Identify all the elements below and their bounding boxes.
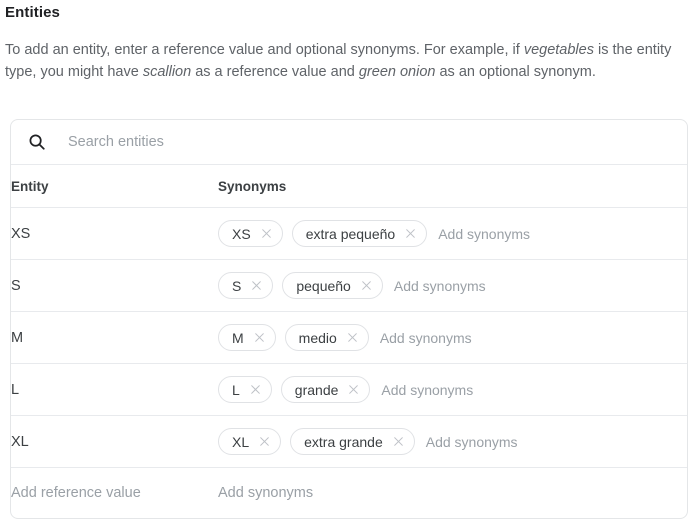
synonym-chip[interactable]: M: [218, 324, 276, 351]
synonym-chip-label: extra grande: [304, 433, 383, 450]
entities-page: Entities To add an entity, enter a refer…: [0, 0, 696, 521]
search-icon: [29, 134, 45, 150]
column-header-synonyms: Synonyms: [218, 165, 687, 208]
add-synonyms-placeholder[interactable]: Add synonyms: [394, 278, 486, 294]
synonym-chip[interactable]: S: [218, 272, 274, 299]
entity-name-cell[interactable]: M: [11, 311, 218, 364]
synonym-chip-label: L: [232, 381, 240, 398]
synonym-chip-label: M: [232, 329, 244, 346]
synonym-chip-label: XL: [232, 433, 250, 450]
column-header-entity: Entity: [11, 165, 218, 208]
add-synonyms-placeholder[interactable]: Add synonyms: [380, 330, 472, 346]
synonym-chip-label: S: [232, 277, 242, 294]
synonym-chip-label: pequeño: [296, 277, 351, 294]
synonym-chip-label: medio: [298, 329, 337, 346]
close-icon[interactable]: [253, 331, 266, 344]
synonyms-cell[interactable]: XL extra grande Add synonyms: [218, 415, 687, 468]
synonym-chip-label: extra pequeño: [305, 225, 396, 242]
add-synonyms-placeholder[interactable]: Add synonyms: [426, 434, 518, 450]
synonym-chip-list: L grande Add synonyms: [218, 376, 687, 403]
table-row[interactable]: M M medio Add synonyms: [11, 311, 687, 364]
add-synonyms-placeholder[interactable]: Add synonyms: [381, 382, 473, 398]
table-body: XS XS extra pequeño Add synonyms S S peq…: [11, 207, 687, 519]
intro-emphasis-scallion: scallion: [142, 64, 192, 80]
intro-paragraph: To add an entity, enter a reference valu…: [5, 39, 693, 83]
close-icon[interactable]: [258, 435, 271, 448]
intro-segment-1: To add an entity, enter a reference valu…: [5, 42, 524, 58]
synonyms-cell[interactable]: M medio Add synonyms: [218, 311, 687, 364]
synonym-chip-label: XS: [232, 225, 251, 242]
table-header-row: Entity Synonyms: [11, 165, 687, 208]
close-icon[interactable]: [260, 227, 273, 240]
table-row[interactable]: XS XS extra pequeño Add synonyms: [11, 207, 687, 260]
search-bar[interactable]: [11, 120, 687, 165]
entity-name-cell[interactable]: XS: [11, 207, 218, 260]
close-icon[interactable]: [392, 435, 405, 448]
synonyms-cell[interactable]: S pequeño Add synonyms: [218, 259, 687, 312]
table-header: Entity Synonyms: [11, 165, 687, 208]
synonym-chip-list: S pequeño Add synonyms: [218, 272, 687, 299]
add-synonyms-cell[interactable]: Add synonyms: [218, 468, 687, 519]
intro-emphasis-green-onion: green onion: [358, 64, 436, 80]
synonym-chip[interactable]: XS: [218, 220, 283, 247]
synonym-chip[interactable]: extra grande: [290, 428, 415, 455]
add-synonyms-placeholder[interactable]: Add synonyms: [438, 226, 530, 242]
intro-emphasis-vegetables: vegetables: [523, 42, 594, 58]
close-icon[interactable]: [347, 383, 360, 396]
entities-table: Entity Synonyms XS XS extra pequeño Add …: [11, 165, 687, 518]
close-icon[interactable]: [404, 227, 417, 240]
search-input[interactable]: [68, 134, 673, 150]
table-row[interactable]: L L grande Add synonyms: [11, 363, 687, 416]
entity-name-cell[interactable]: S: [11, 259, 218, 312]
synonym-chip-label: grande: [294, 381, 339, 398]
synonym-chip[interactable]: pequeño: [282, 272, 383, 299]
close-icon[interactable]: [360, 279, 373, 292]
intro-segment-3: as a reference value and: [191, 64, 359, 80]
synonym-chip[interactable]: extra pequeño: [291, 220, 428, 247]
close-icon[interactable]: [346, 331, 359, 344]
synonym-chip[interactable]: L: [218, 376, 272, 403]
synonym-chip-list: M medio Add synonyms: [218, 324, 687, 351]
add-synonyms-placeholder[interactable]: Add synonyms: [218, 485, 313, 501]
close-icon[interactable]: [250, 279, 263, 292]
add-reference-value-placeholder[interactable]: Add reference value: [11, 485, 141, 501]
close-icon[interactable]: [249, 383, 262, 396]
page-title: Entities: [5, 4, 60, 21]
synonym-chip[interactable]: XL: [218, 428, 282, 455]
entity-name-cell[interactable]: XL: [11, 415, 218, 468]
table-row[interactable]: XL XL extra grande Add synonyms: [11, 415, 687, 468]
synonym-chip-list: XL extra grande Add synonyms: [218, 428, 687, 455]
synonyms-cell[interactable]: XS extra pequeño Add synonyms: [218, 207, 687, 260]
synonyms-cell[interactable]: L grande Add synonyms: [218, 363, 687, 416]
entity-name-cell[interactable]: L: [11, 363, 218, 416]
synonym-chip[interactable]: grande: [280, 376, 371, 403]
table-row[interactable]: S S pequeño Add synonyms: [11, 259, 687, 312]
intro-segment-4: as an optional synonym.: [435, 64, 596, 80]
entities-card: Entity Synonyms XS XS: [10, 119, 688, 519]
synonym-chip-list: XS extra pequeño Add synonyms: [218, 220, 687, 247]
add-entity-row[interactable]: Add reference value Add synonyms: [11, 468, 687, 519]
add-reference-value-cell[interactable]: Add reference value: [11, 468, 218, 519]
synonym-chip[interactable]: medio: [284, 324, 369, 351]
